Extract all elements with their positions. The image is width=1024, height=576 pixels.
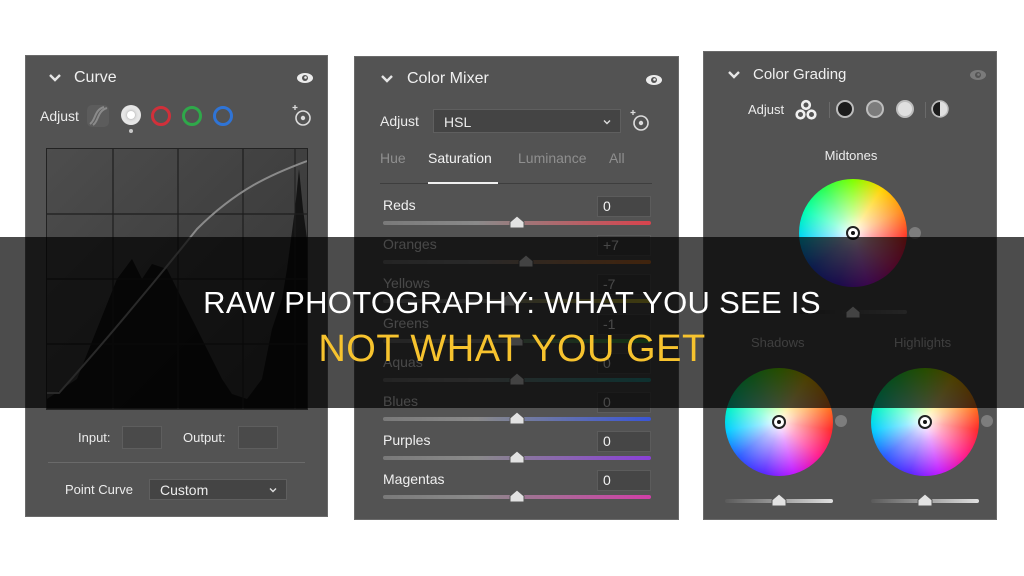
chevron-down-icon[interactable] [48, 71, 62, 85]
slider-value-reds[interactable]: 0 [597, 196, 651, 217]
highlights-button[interactable] [896, 100, 914, 118]
slider-thumb[interactable] [771, 493, 787, 507]
slider-thumb[interactable] [917, 493, 933, 507]
shadows-balance-dot[interactable] [835, 415, 847, 427]
shadows-button[interactable] [836, 100, 854, 118]
slider-thumb[interactable] [509, 450, 525, 464]
blue-channel-button[interactable] [213, 106, 233, 126]
slider-thumb[interactable] [509, 411, 525, 425]
chevron-down-icon [603, 120, 611, 125]
tab-divider [380, 183, 652, 184]
adjust-mode-select[interactable]: HSL [433, 109, 621, 133]
input-label: Input: [78, 430, 111, 445]
midtones-label: Midtones [824, 148, 878, 163]
banner-headline: RAW PHOTOGRAPHY: WHAT YOU SEE IS [203, 285, 821, 320]
adjust-mode-value: HSL [444, 114, 472, 130]
point-curve-value: Custom [160, 482, 209, 498]
tab-saturation[interactable]: Saturation [428, 150, 492, 166]
targeted-adjustment-icon[interactable] [627, 109, 651, 133]
wheel-handle[interactable] [772, 415, 786, 429]
panel-title: Curve [74, 69, 117, 86]
adjust-label: Adjust [40, 108, 79, 124]
white-channel-button[interactable] [121, 105, 141, 125]
panel-title: Color Grading [753, 66, 847, 83]
highlights-balance-dot[interactable] [981, 415, 993, 427]
divider [48, 462, 305, 463]
divider [925, 102, 926, 118]
tab-hue[interactable]: Hue [380, 150, 406, 166]
chevron-down-icon[interactable] [380, 72, 394, 86]
slider-label-purples: Purples [383, 432, 431, 449]
targeted-adjustment-icon[interactable] [289, 104, 313, 128]
eye-icon[interactable] [969, 69, 987, 81]
eye-icon[interactable] [645, 74, 663, 86]
slider-value-purples[interactable]: 0 [597, 431, 651, 453]
active-tab-indicator [428, 182, 498, 184]
midtones-button[interactable] [866, 100, 884, 118]
tab-luminance[interactable]: Luminance [518, 150, 587, 166]
slider-thumb[interactable] [509, 489, 525, 503]
panel-title: Color Mixer [407, 70, 489, 87]
green-channel-button[interactable] [182, 106, 202, 126]
slider-value-magentas[interactable]: 0 [597, 470, 651, 492]
title-banner: RAW PHOTOGRAPHY: WHAT YOU SEE IS NOT WHA… [0, 237, 1024, 408]
chevron-down-icon [269, 488, 277, 493]
eye-icon[interactable] [296, 72, 314, 84]
adjust-label: Adjust [748, 102, 785, 117]
slider-label-reds: Reds [383, 197, 416, 213]
adjust-label: Adjust [380, 113, 419, 129]
tab-all[interactable]: All [609, 150, 625, 166]
three-way-icon[interactable] [795, 99, 817, 121]
global-icon[interactable] [931, 100, 949, 118]
point-curve-label: Point Curve [65, 482, 133, 497]
selected-indicator [129, 129, 133, 133]
input-field[interactable] [122, 426, 162, 449]
point-curve-select[interactable]: Custom [149, 479, 287, 500]
slider-thumb[interactable] [509, 215, 525, 229]
wheel-handle[interactable] [918, 415, 932, 429]
output-field[interactable] [238, 426, 278, 449]
divider [829, 102, 830, 118]
banner-subheadline: NOT WHAT YOU GET [318, 328, 706, 370]
red-channel-button[interactable] [151, 106, 171, 126]
slider-label-magentas: Magentas [383, 471, 445, 488]
output-label: Output: [183, 430, 226, 445]
parametric-curve-icon[interactable] [86, 104, 110, 128]
chevron-down-icon[interactable] [727, 68, 741, 82]
